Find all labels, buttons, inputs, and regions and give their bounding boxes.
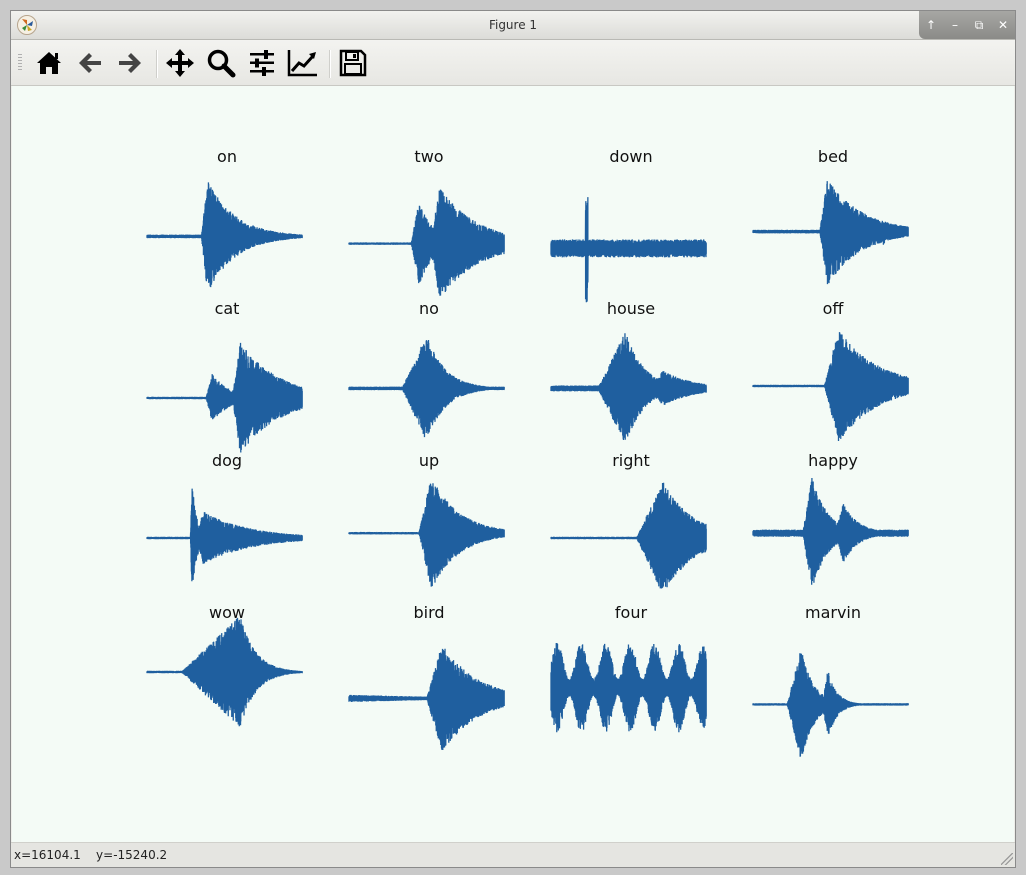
subplot-title: down	[609, 147, 653, 166]
back-icon	[79, 53, 101, 73]
toolbar-separator	[329, 50, 331, 78]
home-button[interactable]	[33, 47, 65, 79]
waveform-axes	[348, 340, 505, 438]
subplot-title: wow	[209, 603, 245, 622]
waveform-axes	[752, 332, 909, 442]
minimize-button[interactable]: –	[946, 16, 964, 34]
subplot-title: house	[606, 299, 656, 318]
waveform-axes	[550, 482, 707, 589]
waveform-axes	[348, 189, 505, 296]
zoom-button[interactable]	[205, 47, 237, 79]
cursor-coordinates: x=16104.1 y=-15240.2	[14, 848, 168, 862]
waveform-axes	[146, 342, 303, 453]
waveform-axes	[550, 643, 707, 733]
waveform-axes	[348, 483, 505, 587]
waveform-line	[348, 189, 505, 296]
figure-canvas[interactable]: on two down bed cat no house off dog up right happy…	[12, 86, 1014, 843]
waveform-axes	[550, 333, 707, 440]
waveform-line	[752, 478, 909, 585]
waveform-line	[752, 332, 909, 442]
resize-grip-icon[interactable]	[1001, 853, 1013, 865]
waveform-axes	[550, 197, 707, 303]
close-button[interactable]: ✕	[994, 16, 1012, 34]
subplot-title: no	[419, 299, 439, 318]
zoom-icon	[207, 49, 236, 78]
waveform-axes	[146, 617, 303, 727]
subplot-title: happy	[808, 451, 858, 470]
waveform-line	[348, 483, 505, 587]
figure-window: Figure 1 ↑ – ⧉ ✕ on two down bed cat no …	[10, 10, 1016, 868]
home-icon	[37, 52, 61, 74]
back-button[interactable]	[74, 47, 106, 79]
waveform-line	[550, 643, 707, 733]
configure-subplots-button[interactable]	[246, 47, 278, 79]
subplot-title: right	[612, 451, 650, 470]
pan-button[interactable]	[164, 47, 196, 79]
waveform-line	[348, 648, 505, 750]
subplot-title: dog	[211, 451, 243, 470]
subplot-title: two	[414, 147, 444, 166]
subplot-title: bird	[413, 603, 445, 622]
waveform-line	[146, 182, 303, 288]
navigation-toolbar	[11, 40, 1015, 86]
maximize-icon: ⧉	[974, 18, 984, 32]
minimize-icon: –	[952, 18, 958, 32]
waveform-line	[348, 340, 505, 438]
toolbar-grip[interactable]	[18, 54, 22, 70]
subplot-title: four	[614, 603, 648, 622]
waveform-line	[550, 333, 707, 440]
subplot-title: on	[217, 147, 237, 166]
waveform-axes	[348, 648, 505, 750]
keep-above-button[interactable]: ↑	[922, 16, 940, 34]
waveform-line	[550, 197, 707, 303]
close-icon: ✕	[997, 18, 1009, 32]
window-controls: ↑ – ⧉ ✕	[919, 11, 1015, 39]
status-bar: x=16104.1 y=-15240.2	[11, 842, 1015, 867]
maximize-button[interactable]: ⧉	[970, 16, 988, 34]
forward-button[interactable]	[114, 47, 146, 79]
waveform-axes	[752, 181, 909, 285]
forward-icon	[119, 53, 141, 73]
waveform-axes	[146, 182, 303, 288]
subplot-title: bed	[817, 147, 849, 166]
title-bar: Figure 1 ↑ – ⧉ ✕	[11, 11, 1015, 40]
up-arrow-icon: ↑	[925, 18, 937, 32]
save-button[interactable]	[337, 47, 369, 79]
subplot-title: up	[418, 451, 440, 470]
waveform-line	[146, 342, 303, 453]
subplot-title: off	[822, 299, 844, 318]
save-icon	[339, 49, 367, 77]
waveform-line	[752, 653, 909, 757]
edit-axis-button[interactable]	[287, 47, 319, 79]
waveform-line	[752, 181, 909, 285]
waveform-line	[146, 617, 303, 727]
subplot-title: cat	[214, 299, 240, 318]
subplot-title: marvin	[804, 603, 862, 622]
waveform-axes	[752, 653, 909, 757]
waveform-line	[550, 482, 707, 589]
window-title: Figure 1	[488, 18, 538, 32]
edit-axis-icon	[287, 50, 317, 77]
waveform-axes	[146, 488, 303, 582]
pan-icon	[166, 49, 194, 77]
waveform-axes	[752, 478, 909, 585]
waveform-line	[146, 488, 303, 582]
toolbar-separator	[156, 50, 158, 78]
configure-subplots-icon	[250, 50, 274, 76]
